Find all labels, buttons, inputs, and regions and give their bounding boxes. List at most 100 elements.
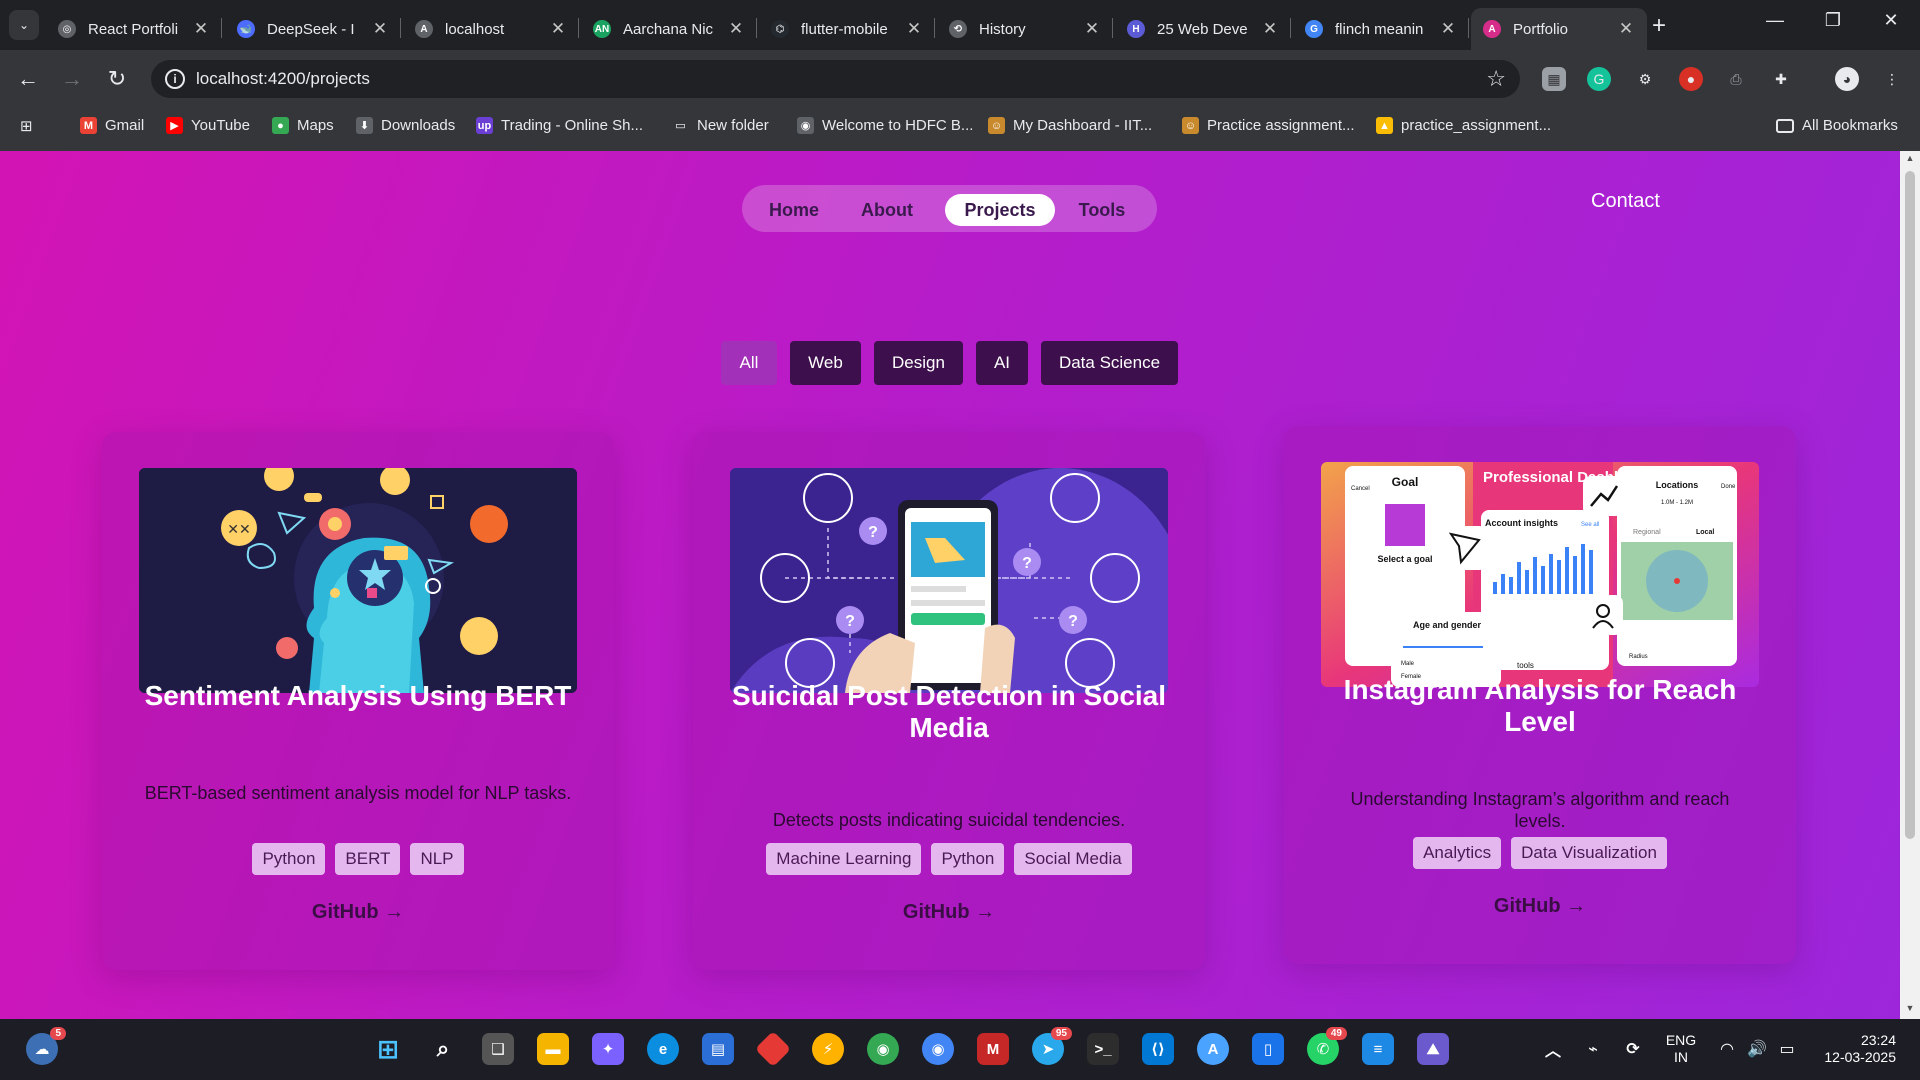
github-link[interactable]: GitHub → — [693, 901, 1205, 924]
terminal-icon[interactable]: >_ — [1087, 1033, 1119, 1065]
nav-projects[interactable]: Projects — [945, 194, 1055, 226]
all-bookmarks-label: All Bookmarks — [1802, 117, 1898, 134]
nav-home[interactable]: Home — [754, 194, 834, 226]
task-view-icon[interactable]: ❑ — [482, 1033, 514, 1065]
bookmark-item[interactable]: ▲ practice_assignment... — [1376, 117, 1551, 134]
github-link[interactable]: GitHub → — [1284, 895, 1796, 918]
bookmark-item[interactable]: ▶ YouTube — [166, 117, 250, 134]
battery-icon[interactable]: ▭ — [1771, 1033, 1803, 1065]
apps-grid-icon[interactable]: ⊞ — [20, 117, 33, 135]
tab-close-icon[interactable]: ✕ — [371, 19, 389, 39]
language-indicator[interactable]: ENG IN — [1661, 1032, 1701, 1066]
tab-close-icon[interactable]: ✕ — [192, 19, 210, 39]
browser-tab[interactable]: Alocalhost ✕ — [403, 8, 579, 50]
extension-gear-icon[interactable]: ⚙ — [1633, 67, 1657, 91]
tab-close-icon[interactable]: ✕ — [1261, 19, 1279, 39]
nav-tools[interactable]: Tools — [1062, 194, 1142, 226]
tab-close-icon[interactable]: ✕ — [727, 19, 745, 39]
bookmark-item[interactable]: M Gmail — [80, 117, 144, 134]
scrollbar-thumb[interactable] — [1905, 171, 1915, 839]
bookmark-item[interactable]: up Trading - Online Sh... — [476, 117, 643, 134]
chrome-icon[interactable]: ◉ — [867, 1033, 899, 1065]
browser-tab[interactable]: A Portfolio ✕ — [1471, 8, 1647, 50]
filter-data-science[interactable]: Data Science — [1041, 341, 1178, 385]
bookmark-label: Welcome to HDFC B... — [822, 117, 974, 134]
page-scrollbar[interactable]: ▲ ▼ — [1900, 151, 1920, 1019]
windows-start-icon[interactable]: ⊞ — [372, 1033, 404, 1065]
bookmark-item[interactable]: ☺ Practice assignment... — [1182, 117, 1355, 134]
tab-search-button[interactable]: ⌄ — [9, 10, 39, 40]
tray-chevron-icon[interactable]: ︿ — [1537, 1033, 1569, 1065]
browser-tab[interactable]: ◎ React Portfoli ✕ — [46, 8, 222, 50]
mcafee-icon[interactable]: M — [977, 1033, 1009, 1065]
volume-icon[interactable]: 🔊 — [1741, 1033, 1773, 1065]
github-link[interactable]: GitHub → — [102, 901, 614, 924]
browser-tab[interactable]: H 25 Web Deve ✕ — [1115, 8, 1291, 50]
scroll-down-icon[interactable]: ▼ — [1904, 1003, 1916, 1013]
app-icon[interactable]: ▯ — [1252, 1033, 1284, 1065]
extensions-puzzle-icon[interactable]: ✚ — [1769, 67, 1793, 91]
browser-tab[interactable]: AN Aarchana Nic ✕ — [581, 8, 757, 50]
project-title: Sentiment Analysis Using BERT — [144, 680, 572, 711]
extension-red-icon[interactable]: ● — [1679, 67, 1703, 91]
all-bookmarks-button[interactable]: All Bookmarks — [1776, 117, 1898, 134]
filter-web[interactable]: Web — [790, 341, 861, 385]
address-bar[interactable]: i localhost:4200/projects ☆ — [151, 60, 1520, 98]
clock[interactable]: 23:24 12-03-2025 — [1806, 1032, 1896, 1066]
store-icon[interactable]: ▤ — [702, 1033, 734, 1065]
tab-close-icon[interactable]: ✕ — [905, 19, 923, 39]
forward-icon[interactable]: → — [58, 66, 86, 92]
minimize-icon[interactable]: — — [1752, 10, 1798, 31]
python-icon[interactable]: ⚡ — [812, 1033, 844, 1065]
grammarly-icon[interactable]: G — [1587, 67, 1611, 91]
browser-tab[interactable]: 🐋 DeepSeek - I ✕ — [225, 8, 401, 50]
tab-close-icon[interactable]: ✕ — [1439, 19, 1457, 39]
bookmark-item[interactable]: ● Maps — [272, 117, 334, 134]
telegram-icon[interactable]: ➤ 95 — [1032, 1027, 1072, 1065]
browser-tab[interactable]: ⟲ History ✕ — [937, 8, 1113, 50]
bookmark-item[interactable]: ▭ New folder — [672, 117, 769, 134]
bookmark-star-icon[interactable]: ☆ — [1486, 66, 1506, 92]
restore-icon[interactable]: ❐ — [1810, 10, 1856, 31]
bookmark-icon: ▭ — [672, 117, 689, 134]
whatsapp-icon[interactable]: ✆ 49 — [1307, 1027, 1347, 1065]
edge-icon[interactable]: e — [647, 1033, 679, 1065]
copilot-icon[interactable]: ✦ — [592, 1033, 624, 1065]
photos-icon[interactable]: ⛰ — [1417, 1033, 1449, 1065]
anydesk-icon[interactable] — [754, 1030, 792, 1068]
wifi-icon[interactable]: ◠ — [1711, 1033, 1743, 1065]
extension-icon[interactable]: ▦ — [1542, 67, 1566, 91]
search-icon[interactable]: ⌕ — [427, 1033, 459, 1065]
bookmark-item[interactable]: ☺ My Dashboard - IIT... — [988, 117, 1152, 134]
url-text[interactable]: localhost:4200/projects — [196, 69, 370, 89]
browser-tab[interactable]: ⌬ flutter-mobile ✕ — [759, 8, 935, 50]
sync-icon[interactable]: ⟳ — [1617, 1033, 1649, 1065]
tab-close-icon[interactable]: ✕ — [1617, 19, 1635, 39]
filter-ai[interactable]: AI — [976, 341, 1028, 385]
network-off-icon[interactable]: ⌁ — [1577, 1033, 1609, 1065]
tab-close-icon[interactable]: ✕ — [549, 19, 567, 39]
back-icon[interactable]: ← — [14, 66, 42, 92]
bookmark-item[interactable]: ⬇ Downloads — [356, 117, 455, 134]
close-window-icon[interactable]: ✕ — [1868, 10, 1914, 31]
reload-icon[interactable]: ↻ — [103, 66, 131, 92]
tab-close-icon[interactable]: ✕ — [1083, 19, 1101, 39]
profile-avatar-icon[interactable]: ◕ — [1835, 67, 1859, 91]
browser-tab[interactable]: Gflinch meanin ✕ — [1293, 8, 1469, 50]
filter-all[interactable]: All — [721, 341, 777, 385]
scroll-up-icon[interactable]: ▲ — [1904, 153, 1916, 163]
weather-icon[interactable]: ☁ 5 — [26, 1027, 66, 1065]
contact-link[interactable]: Contact — [1591, 190, 1660, 213]
new-tab-button[interactable]: + — [1652, 12, 1666, 40]
filter-design[interactable]: Design — [874, 341, 963, 385]
site-info-icon[interactable]: i — [165, 69, 185, 89]
android-studio-icon[interactable]: A — [1197, 1033, 1229, 1065]
bookmark-item[interactable]: ◉ Welcome to HDFC B... — [797, 117, 973, 134]
vscode-icon[interactable]: ⟨⟩ — [1142, 1033, 1174, 1065]
chrome-profile-icon[interactable]: ◉ — [922, 1033, 954, 1065]
notepad-icon[interactable]: ≡ — [1362, 1033, 1394, 1065]
file-explorer-icon[interactable]: ▬ — [537, 1033, 569, 1065]
printer-icon[interactable]: ⎙ — [1724, 67, 1748, 91]
nav-about[interactable]: About — [841, 194, 933, 226]
menu-kebab-icon[interactable]: ⋮ — [1880, 67, 1904, 91]
